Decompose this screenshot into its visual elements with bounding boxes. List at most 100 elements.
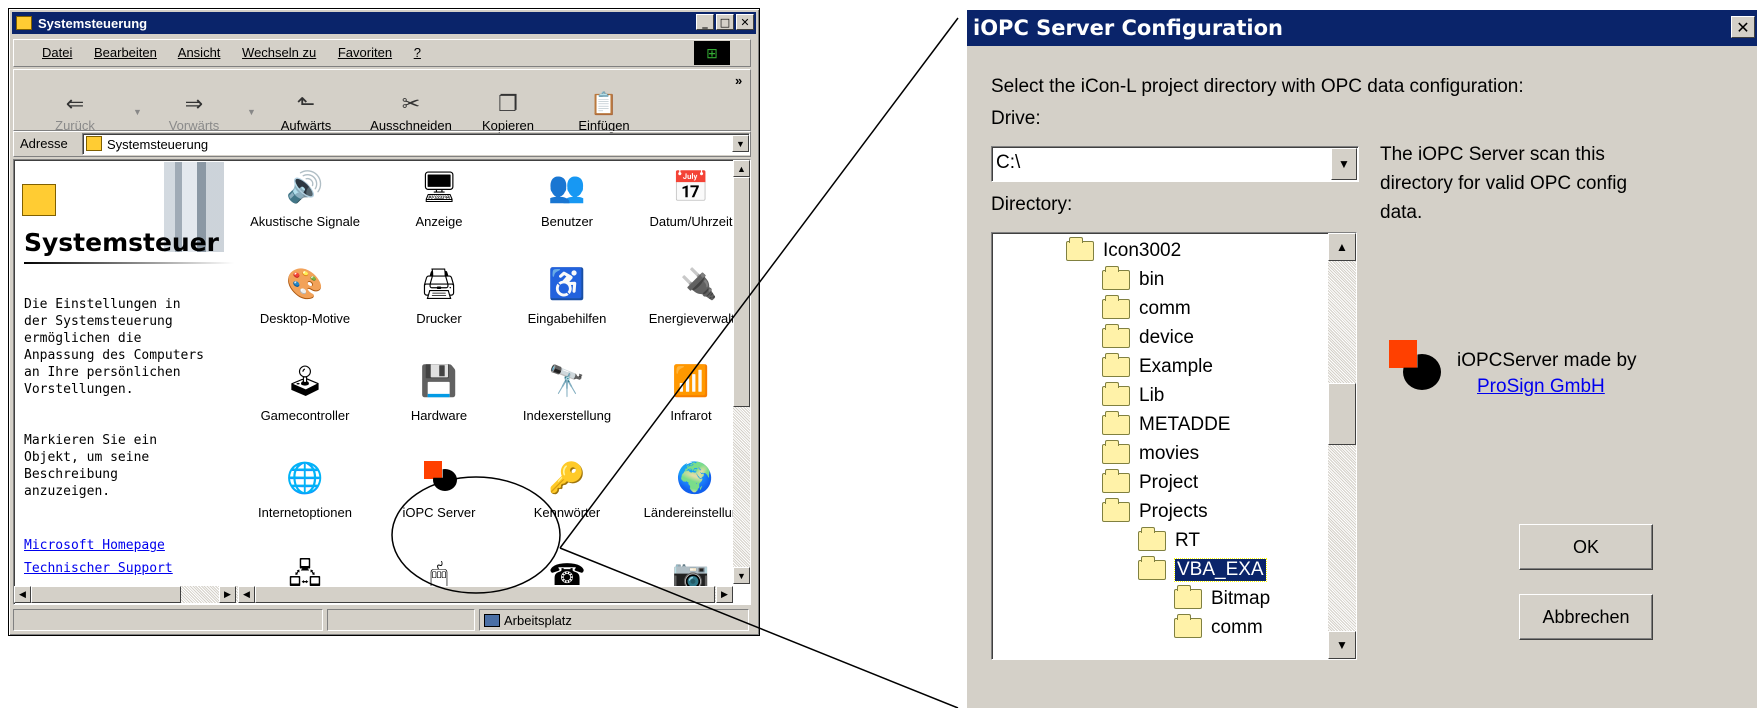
- dir-item-device[interactable]: device: [1102, 324, 1194, 351]
- ok-button[interactable]: OK: [1519, 524, 1653, 570]
- up-button[interactable]: ⬑ Aufwärts: [271, 92, 341, 134]
- dir-item-rt[interactable]: RT: [1138, 527, 1200, 554]
- cut-button[interactable]: ✂ Ausschneiden: [365, 91, 457, 134]
- address-value: Systemsteuerung: [107, 137, 209, 152]
- drive-dropdown-button[interactable]: ▼: [1331, 148, 1357, 180]
- close-button[interactable]: ✕: [736, 14, 754, 30]
- main-scroll-left-button[interactable]: ◀: [238, 586, 255, 603]
- link-microsoft-homepage[interactable]: Microsoft Homepage: [24, 538, 165, 553]
- content-area: Systemsteuer Die Einstellungen in der Sy…: [13, 159, 751, 605]
- info-text: The iOPC Server scan this directory for …: [1380, 144, 1628, 223]
- folder-icon: [1102, 353, 1130, 377]
- status-pane-1: [13, 609, 323, 631]
- menu-ansicht[interactable]: Ansicht: [178, 45, 221, 60]
- minimize-button[interactable]: _: [696, 14, 714, 30]
- folder-icon: [1102, 440, 1130, 464]
- item-kennwoerter[interactable]: 🔑 Kennwörter: [502, 459, 632, 520]
- panel-scroll-thumb[interactable]: [31, 586, 181, 603]
- dir-item-lib[interactable]: Lib: [1102, 382, 1164, 409]
- cancel-button[interactable]: Abbrechen: [1519, 594, 1653, 640]
- status-location: Arbeitsplatz: [504, 613, 572, 628]
- dir-item-comm[interactable]: comm: [1102, 295, 1191, 322]
- address-input[interactable]: Systemsteuerung ▼: [82, 133, 750, 155]
- folder-icon: [1174, 614, 1202, 638]
- scissors-icon: ✂: [401, 91, 421, 116]
- window-title: Systemsteuerung: [38, 15, 148, 31]
- folder-icon: [1102, 382, 1130, 406]
- instruction-text: Select the iCon-L project directory with…: [991, 76, 1524, 97]
- panel-scroll-right-button[interactable]: ▶: [219, 586, 236, 603]
- dir-item-metadde[interactable]: METADDE: [1102, 411, 1230, 438]
- dialog-close-button[interactable]: ✕: [1731, 16, 1755, 38]
- prosign-link[interactable]: ProSign GmbH: [1477, 376, 1605, 398]
- dir-item-comm-2[interactable]: comm: [1174, 614, 1263, 641]
- panel-description: Die Einstellungen in der Systemsteuerung…: [24, 297, 205, 397]
- directory-list[interactable]: Icon3002 bin comm device Example Lib MET…: [991, 232, 1357, 660]
- copy-button[interactable]: ❐ Kopieren: [473, 92, 543, 134]
- link-technical-support[interactable]: Technischer Support: [24, 561, 173, 576]
- vertical-scroll-thumb[interactable]: [733, 177, 750, 407]
- scroll-up-button[interactable]: ▲: [733, 160, 750, 177]
- main-scroll-right-button[interactable]: ▶: [716, 586, 733, 603]
- directory-scroll-thumb[interactable]: [1328, 383, 1356, 445]
- globe-icon: 🌍: [676, 462, 714, 495]
- speaker-icon: 🔊: [286, 171, 324, 204]
- dir-item-icon3002[interactable]: Icon3002: [1066, 237, 1181, 264]
- panel-title-underline: [24, 262, 234, 264]
- menu-datei[interactable]: Datei: [42, 45, 72, 60]
- directory-scroll-down-button[interactable]: ▼: [1328, 631, 1356, 659]
- menu-favoriten[interactable]: Favoriten: [338, 45, 392, 60]
- keys-icon: 🔑: [548, 462, 586, 495]
- directory-scrollbar[interactable]: [1328, 233, 1356, 659]
- item-gamecontroller[interactable]: 🕹 Gamecontroller: [240, 362, 370, 423]
- paste-button[interactable]: 📋 Einfügen: [569, 92, 639, 134]
- dir-item-projects[interactable]: Projects: [1102, 498, 1208, 525]
- dir-item-bitmap[interactable]: Bitmap: [1174, 585, 1270, 612]
- dir-item-movies[interactable]: movies: [1102, 440, 1199, 467]
- back-dropdown-icon[interactable]: ▼: [133, 107, 142, 117]
- forward-button[interactable]: ⇒ Vorwärts: [159, 92, 229, 134]
- maximize-button[interactable]: □: [716, 14, 734, 30]
- iopc-config-dialog: iOPC Server Configuration ✕ Select the i…: [965, 10, 1757, 708]
- item-benutzer[interactable]: 👥 Benutzer: [502, 168, 632, 229]
- address-dropdown-button[interactable]: ▼: [732, 135, 749, 152]
- explorer-titlebar[interactable]: Systemsteuerung _ □ ✕: [12, 12, 756, 34]
- item-drucker[interactable]: 🖨 Drucker: [374, 265, 504, 326]
- globe-tools-icon: 🌐: [286, 462, 324, 495]
- drive-select[interactable]: C:\ ▼: [991, 146, 1359, 182]
- item-iopc-server[interactable]: iOPC Server: [374, 459, 504, 520]
- dir-item-project[interactable]: Project: [1102, 469, 1198, 496]
- item-internetoptionen[interactable]: 🌐 Internetoptionen: [240, 459, 370, 520]
- dialog-titlebar[interactable]: iOPC Server Configuration ✕: [967, 10, 1757, 46]
- dir-item-bin[interactable]: bin: [1102, 266, 1164, 293]
- directory-scroll-up-button[interactable]: ▲: [1328, 233, 1356, 261]
- item-eingabehilfen[interactable]: ♿ Eingabehilfen: [502, 265, 632, 326]
- item-desktop-motive[interactable]: 🎨 Desktop-Motive: [240, 265, 370, 326]
- main-scroll-thumb[interactable]: [255, 586, 715, 603]
- toolbar-more-chevron[interactable]: »: [735, 73, 742, 88]
- back-button[interactable]: ⇐ Zurück: [45, 92, 105, 134]
- scroll-down-button[interactable]: ▼: [733, 567, 750, 584]
- menu-wechseln[interactable]: Wechseln zu: [242, 45, 316, 60]
- made-by-text: iOPCServer made by: [1457, 350, 1637, 371]
- item-hardware[interactable]: 💾 Hardware: [374, 362, 504, 423]
- accessibility-icon: ♿: [548, 268, 586, 301]
- item-akustische-signale[interactable]: 🔊 Akustische Signale: [240, 168, 370, 229]
- folder-icon: [1138, 527, 1166, 551]
- control-panel-small-icon: [86, 136, 102, 151]
- menu-help[interactable]: ?: [414, 45, 421, 60]
- infrared-icon: 📶: [672, 365, 710, 398]
- folder-icon: [1102, 295, 1130, 319]
- forward-dropdown-icon[interactable]: ▼: [247, 107, 256, 117]
- dir-item-vba-exa[interactable]: VBA_EXA: [1138, 556, 1267, 583]
- folder-icon: [1102, 469, 1130, 493]
- iopc-logo-icon: [419, 459, 459, 499]
- folder-icon: [1102, 266, 1130, 290]
- item-anzeige[interactable]: 🖥 Anzeige: [374, 168, 504, 229]
- folder-icon: [1102, 324, 1130, 348]
- dir-item-example[interactable]: Example: [1102, 353, 1213, 380]
- panel-scroll-left-button[interactable]: ◀: [14, 586, 31, 603]
- directory-label: Directory:: [991, 194, 1073, 215]
- item-indexerstellung[interactable]: 🔭 Indexerstellung: [502, 362, 632, 423]
- menu-bearbeiten[interactable]: Bearbeiten: [94, 45, 157, 60]
